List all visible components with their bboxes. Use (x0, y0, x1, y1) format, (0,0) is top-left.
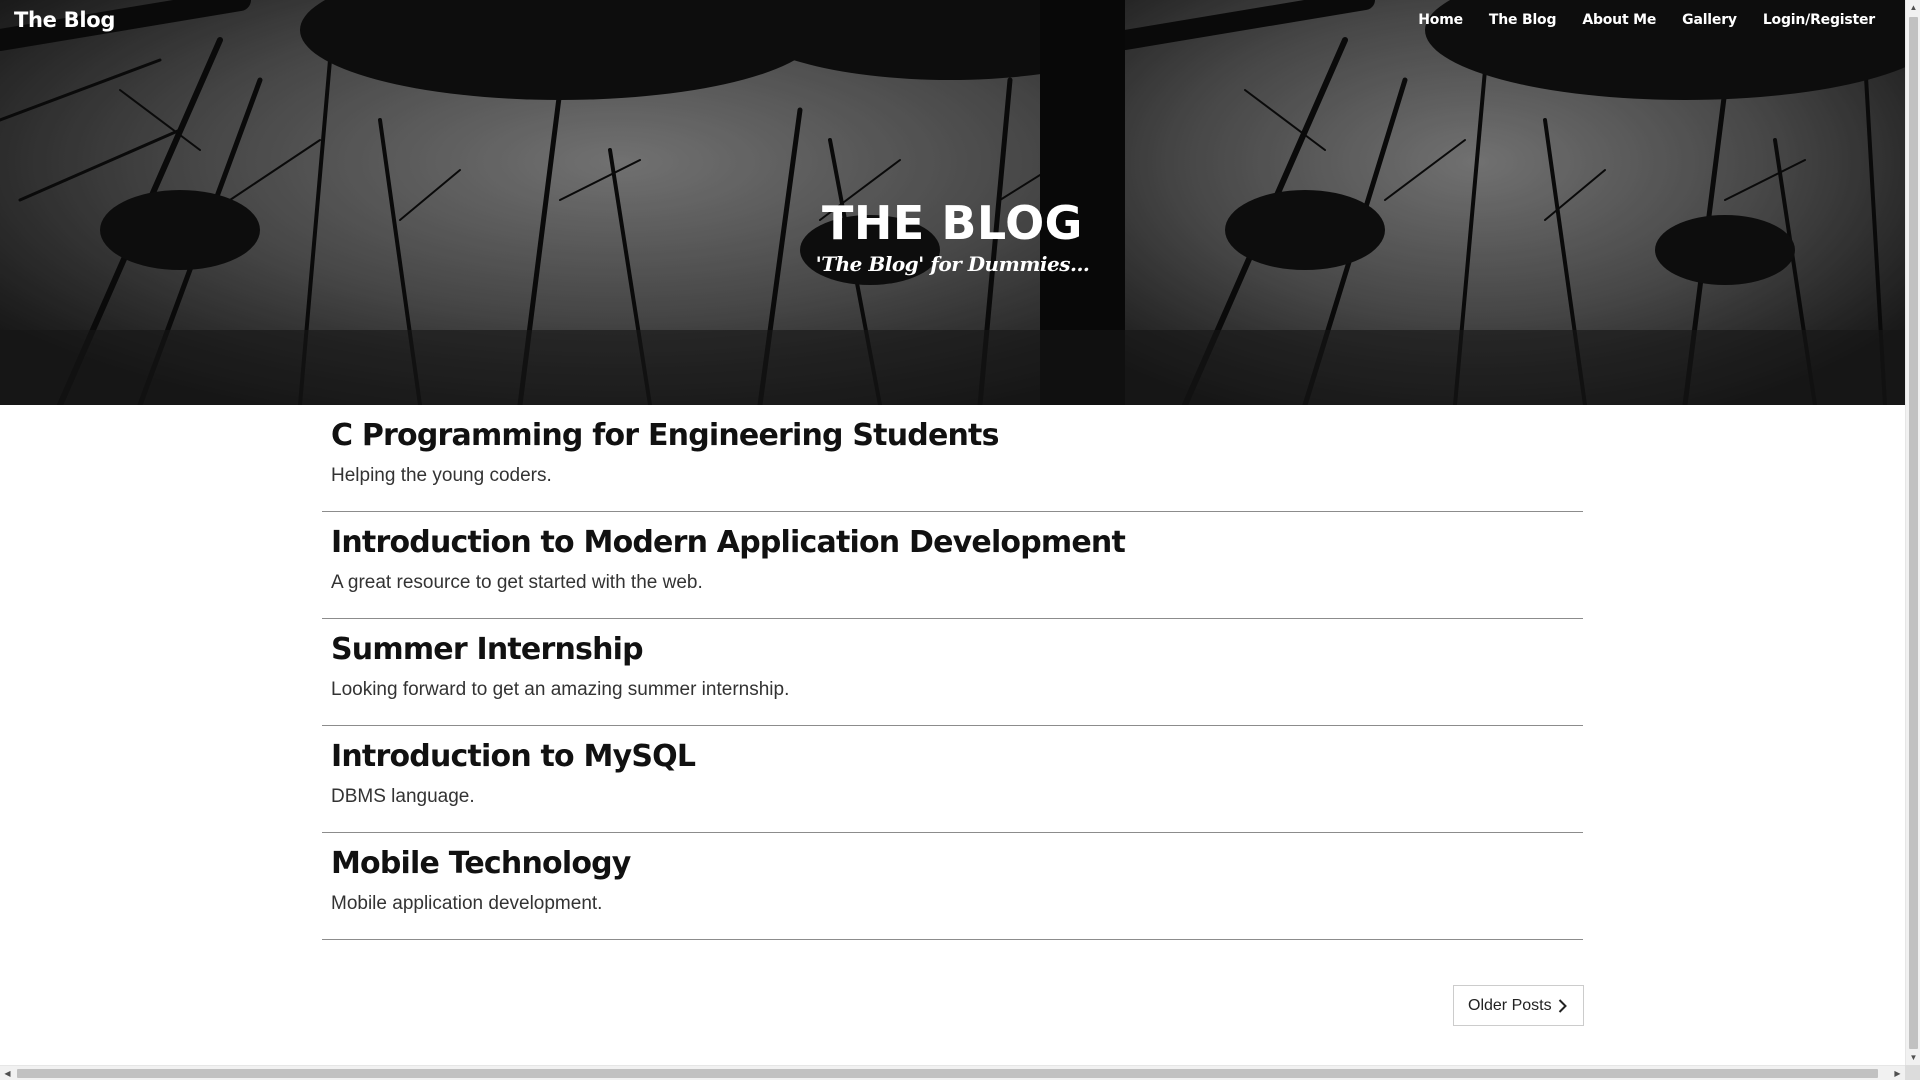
top-navbar: The Blog Home The Blog About Me Gallery … (0, 0, 1905, 42)
nav-link-login-register[interactable]: Login/Register (1763, 12, 1875, 28)
older-posts-button[interactable]: Older Posts (1453, 985, 1584, 1026)
scroll-up-arrow-icon[interactable]: ▲ (1906, 0, 1920, 15)
horizontal-scroll-thumb[interactable] (17, 1069, 1878, 1078)
chevron-right-icon (1558, 998, 1567, 1013)
nav-link-about-me[interactable]: About Me (1582, 12, 1656, 28)
post-preview: Introduction to MySQL DBMS language. (322, 726, 1583, 833)
nav-link-the-blog[interactable]: The Blog (1489, 12, 1557, 28)
nav-links: Home The Blog About Me Gallery Login/Reg… (1392, 12, 1875, 28)
page-viewport: The Blog Home The Blog About Me Gallery … (0, 0, 1905, 1065)
post-title-link[interactable]: Introduction to MySQL (331, 738, 696, 776)
post-title-link[interactable]: C Programming for Engineering Students (331, 417, 999, 455)
older-posts-label: Older Posts (1468, 996, 1552, 1014)
post-preview: Summer Internship Looking forward to get… (322, 619, 1583, 726)
scroll-left-arrow-icon[interactable]: ◀ (0, 1066, 15, 1080)
pager: Older Posts (1453, 985, 1584, 1026)
nav-link-home[interactable]: Home (1418, 12, 1463, 28)
horizontal-scrollbar[interactable]: ◀ ▶ (0, 1065, 1905, 1080)
nav-link-gallery[interactable]: Gallery (1682, 12, 1737, 28)
post-subtitle: DBMS language. (331, 786, 475, 807)
post-preview: C Programming for Engineering Students H… (322, 405, 1583, 512)
hero-subtitle: 'The Blog' for Dummies... (815, 252, 1090, 276)
post-subtitle: Helping the young coders. (331, 465, 552, 486)
brand-link[interactable]: The Blog (14, 8, 115, 32)
vertical-scrollbar[interactable]: ▲ ▼ (1905, 0, 1920, 1065)
scroll-right-arrow-icon[interactable]: ▶ (1890, 1066, 1905, 1080)
post-preview: Introduction to Modern Application Devel… (322, 512, 1583, 619)
post-title-link[interactable]: Introduction to Modern Application Devel… (331, 524, 1126, 562)
scroll-down-arrow-icon[interactable]: ▼ (1906, 1050, 1920, 1065)
post-title-link[interactable]: Summer Internship (331, 631, 644, 669)
scrollbar-corner (1905, 1065, 1920, 1080)
post-subtitle: A great resource to get started with the… (331, 572, 703, 593)
hero-title: THE BLOG (822, 196, 1083, 250)
hero-header: The Blog Home The Blog About Me Gallery … (0, 0, 1905, 405)
post-title-link[interactable]: Mobile Technology (331, 845, 631, 883)
hero-heading-group: THE BLOG 'The Blog' for Dummies... (0, 196, 1905, 276)
post-list: C Programming for Engineering Students H… (322, 405, 1583, 940)
vertical-scroll-thumb[interactable] (1909, 17, 1918, 1049)
post-subtitle: Looking forward to get an amazing summer… (331, 679, 790, 700)
post-preview: Mobile Technology Mobile application dev… (322, 833, 1583, 940)
post-subtitle: Mobile application development. (331, 893, 603, 914)
